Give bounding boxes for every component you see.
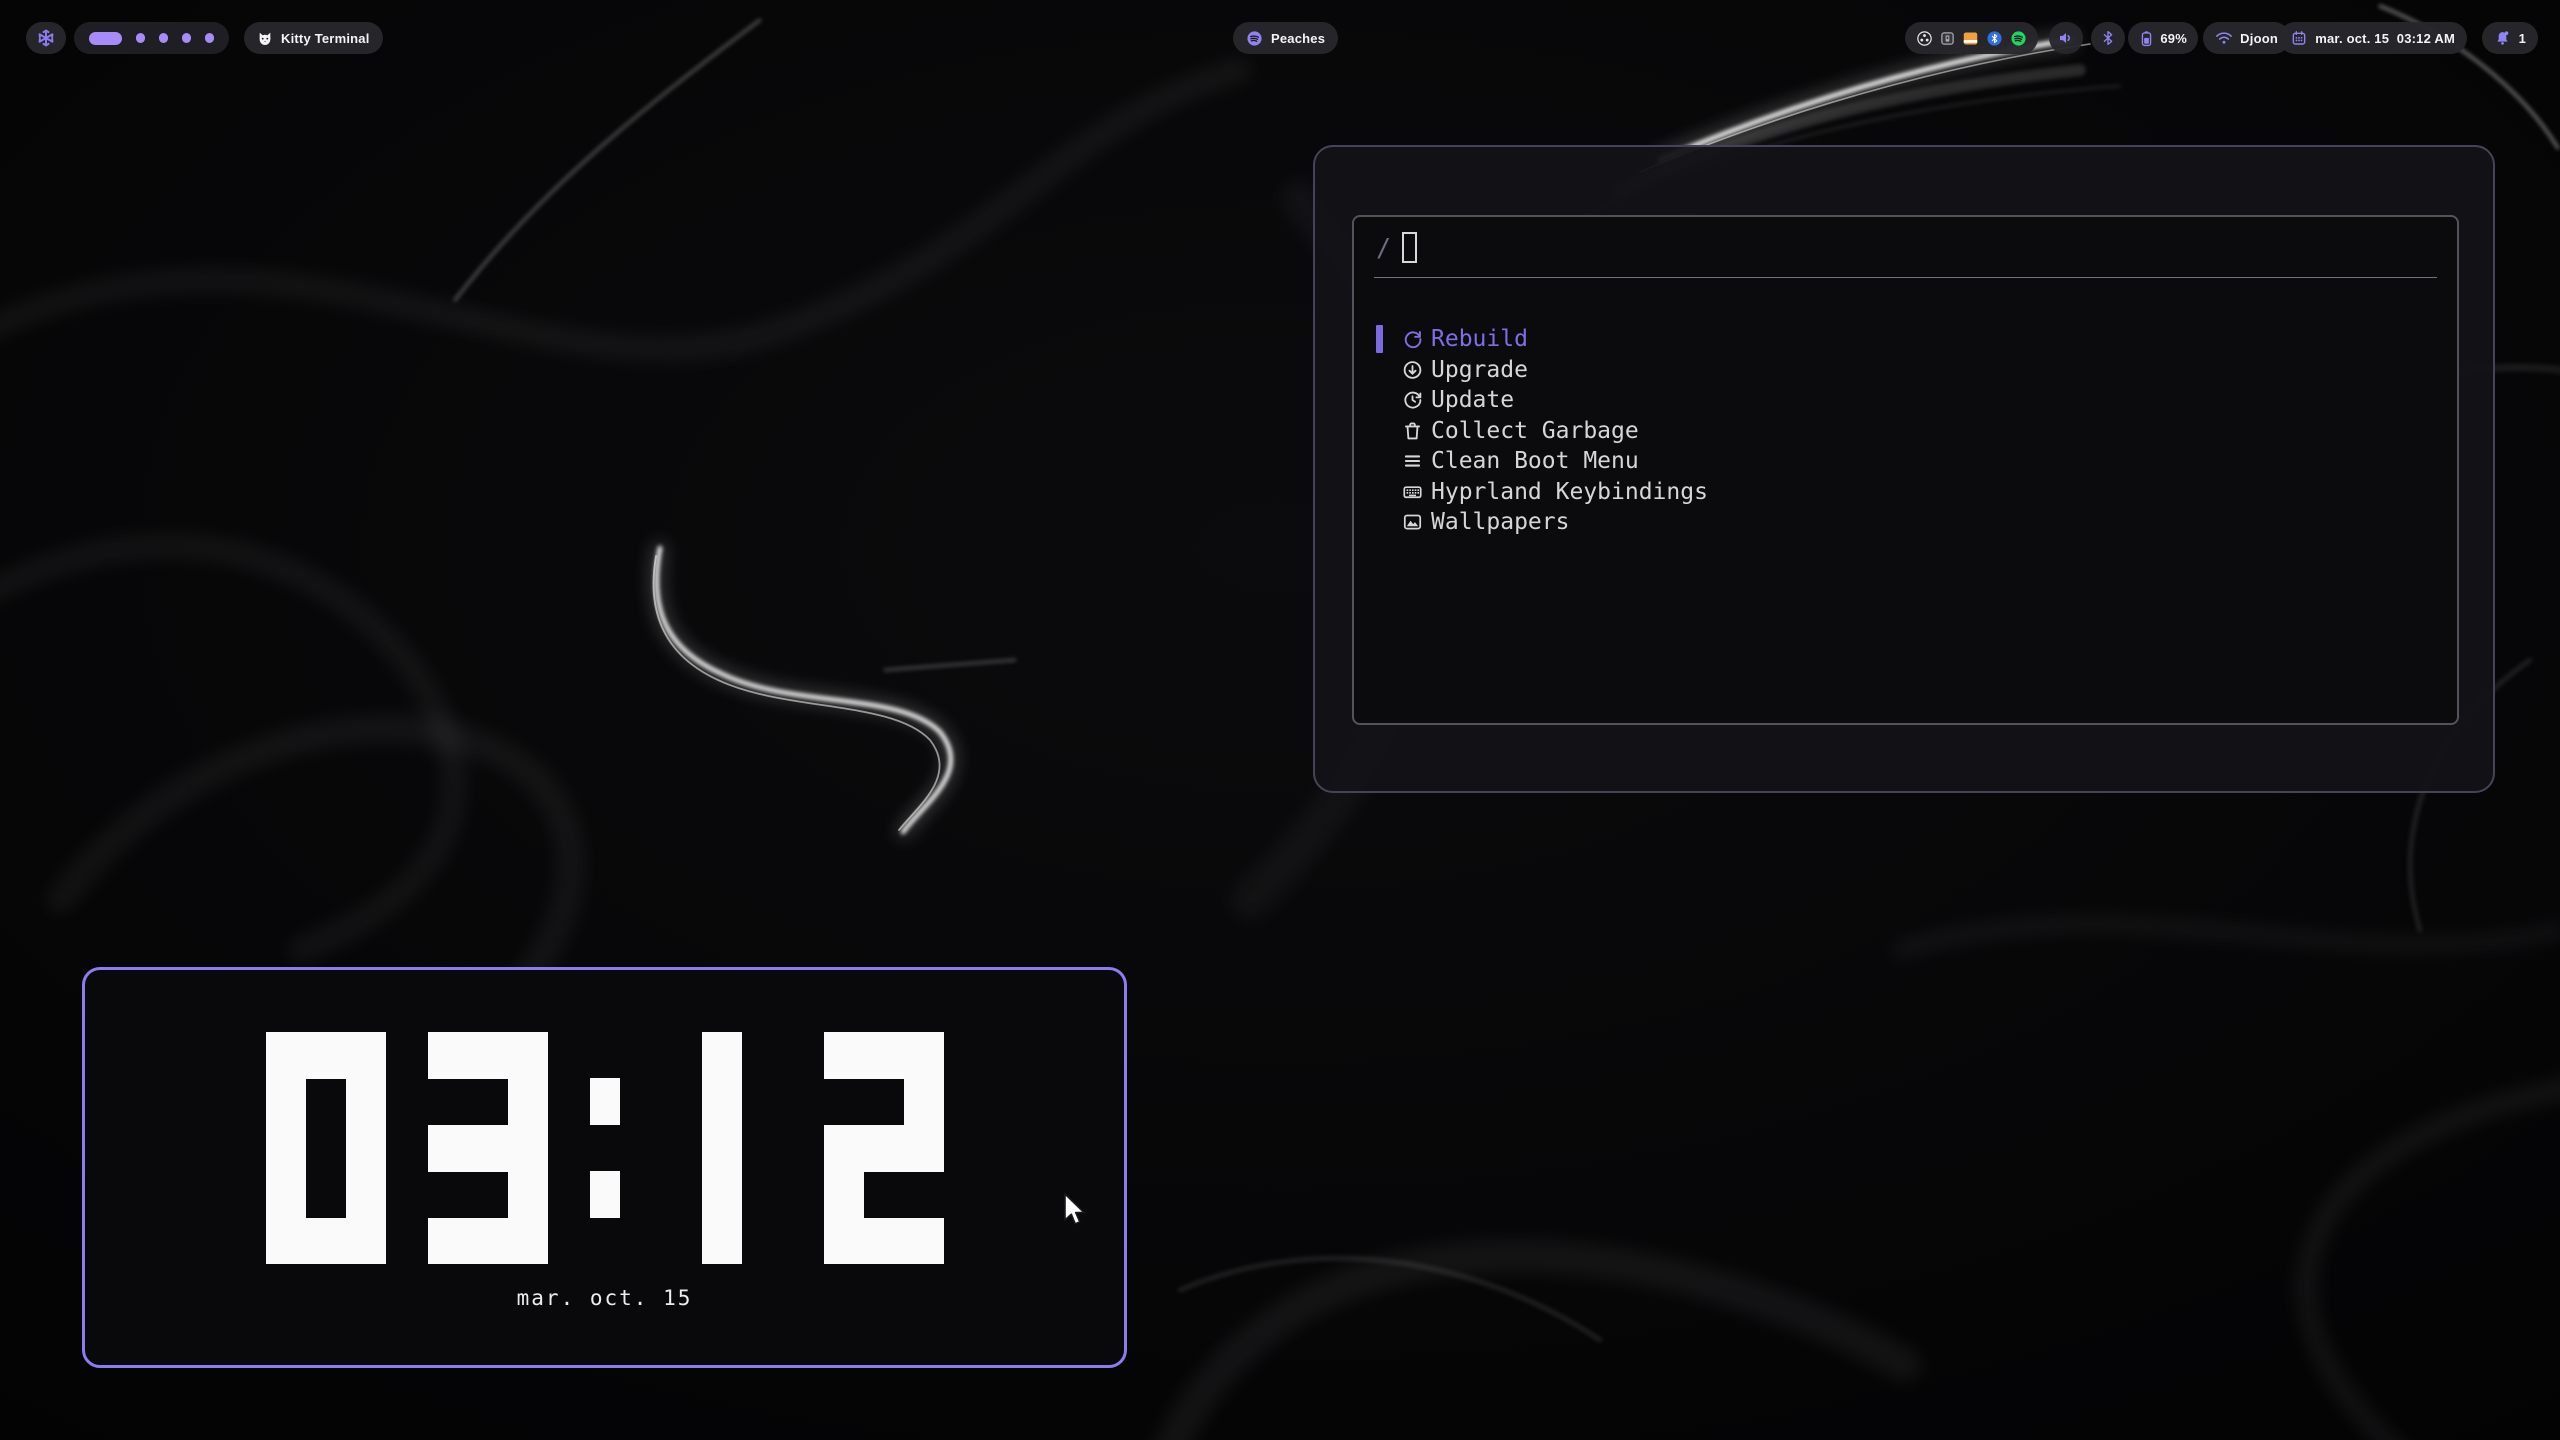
datetime-label: mar. oct. 15 03:12 AM <box>2315 31 2455 46</box>
rebuild-refresh-icon <box>1402 329 1423 350</box>
launcher-item-update[interactable]: Update <box>1354 385 2457 416</box>
focused-window-pill[interactable]: Kitty Terminal <box>244 22 383 54</box>
workspace-dot[interactable] <box>159 33 169 43</box>
calendar-icon <box>2291 30 2307 46</box>
launcher-panel: / Rebuild <box>1313 145 2495 793</box>
launcher-inner-box: / Rebuild <box>1352 215 2459 725</box>
launcher-item-label: Clean Boot Menu <box>1431 446 1639 477</box>
datetime-pill[interactable]: mar. oct. 15 03:12 AM <box>2279 22 2467 54</box>
battery-percent: 69% <box>2160 31 2187 46</box>
launcher-item-label: Upgrade <box>1431 355 1528 386</box>
launcher-item-clean-boot-menu[interactable]: Clean Boot Menu <box>1354 446 2457 477</box>
media-player-pill[interactable]: Peaches <box>1233 22 1338 54</box>
clock-widget: mar. oct. 15 <box>82 967 1127 1368</box>
launcher-item-label: Hyprland Keybindings <box>1431 477 1708 508</box>
notification-count: 1 <box>2519 31 2526 46</box>
launcher-item-upgrade[interactable]: Upgrade <box>1354 355 2457 386</box>
workspaces-indicator <box>74 22 229 54</box>
workspace-dot[interactable] <box>205 33 215 43</box>
system-tray <box>1905 22 2038 54</box>
battery-icon <box>2139 30 2154 47</box>
notifications-pill[interactable]: 1 <box>2482 22 2538 54</box>
wifi-icon <box>2215 30 2233 46</box>
launcher-item-label: Wallpapers <box>1431 507 1569 538</box>
keepass-icon[interactable] <box>1940 31 1955 46</box>
launcher-item-label: Collect Garbage <box>1431 416 1639 447</box>
selection-indicator <box>1376 325 1383 353</box>
bluetooth-applet-icon[interactable] <box>1986 30 2003 47</box>
workspace-dot[interactable] <box>182 33 192 43</box>
media-track-label: Peaches <box>1271 31 1325 46</box>
spotify-icon <box>1246 30 1263 47</box>
search-separator <box>1374 277 2437 278</box>
volume-pill[interactable] <box>2049 22 2083 54</box>
launcher-item-label: Rebuild <box>1431 324 1528 355</box>
speaker-icon <box>2057 29 2075 47</box>
bluetooth-pill[interactable] <box>2091 22 2125 54</box>
launcher-item-hyprland-keybindings[interactable]: Hyprland Keybindings <box>1354 477 2457 508</box>
battery-pill[interactable]: 69% <box>2128 22 2198 54</box>
search-prefix: / <box>1376 233 1391 262</box>
nix-snowflake-icon <box>36 28 56 48</box>
launcher-item-label: Update <box>1431 385 1514 416</box>
image-icon <box>1402 512 1423 533</box>
keyboard-icon <box>1402 481 1423 502</box>
launcher-search[interactable]: / <box>1354 217 2457 277</box>
obs-icon[interactable] <box>1916 30 1933 47</box>
nix-launcher-button[interactable] <box>26 22 66 54</box>
spotify-tray-icon[interactable] <box>2010 30 2027 47</box>
clock-date: mar. oct. 15 <box>85 1286 1124 1310</box>
mouse-cursor-icon <box>1063 1193 1087 1227</box>
text-cursor <box>1402 232 1417 263</box>
workspace-dot[interactable] <box>136 33 146 43</box>
bell-icon <box>2494 30 2511 47</box>
network-pill[interactable]: Djoon <box>2203 22 2290 54</box>
launcher-item-collect-garbage[interactable]: Collect Garbage <box>1354 416 2457 447</box>
menu-list-icon <box>1402 451 1423 472</box>
network-ssid: Djoon <box>2240 31 2278 46</box>
cat-icon <box>257 30 273 46</box>
trash-icon <box>1402 420 1423 441</box>
focused-window-title: Kitty Terminal <box>281 31 370 46</box>
launcher-item-list: Rebuild Upgrade <box>1354 324 2457 538</box>
bluetooth-icon <box>2100 30 2116 46</box>
desktop: Kitty Terminal Peaches <box>0 0 2560 1440</box>
clock-digits <box>85 1032 1124 1264</box>
files-icon[interactable] <box>1962 30 1979 47</box>
update-history-icon <box>1402 390 1423 411</box>
workspace-active[interactable] <box>89 32 122 45</box>
upgrade-download-icon <box>1402 359 1423 380</box>
launcher-item-wallpapers[interactable]: Wallpapers <box>1354 507 2457 538</box>
launcher-item-rebuild[interactable]: Rebuild <box>1354 324 2457 355</box>
